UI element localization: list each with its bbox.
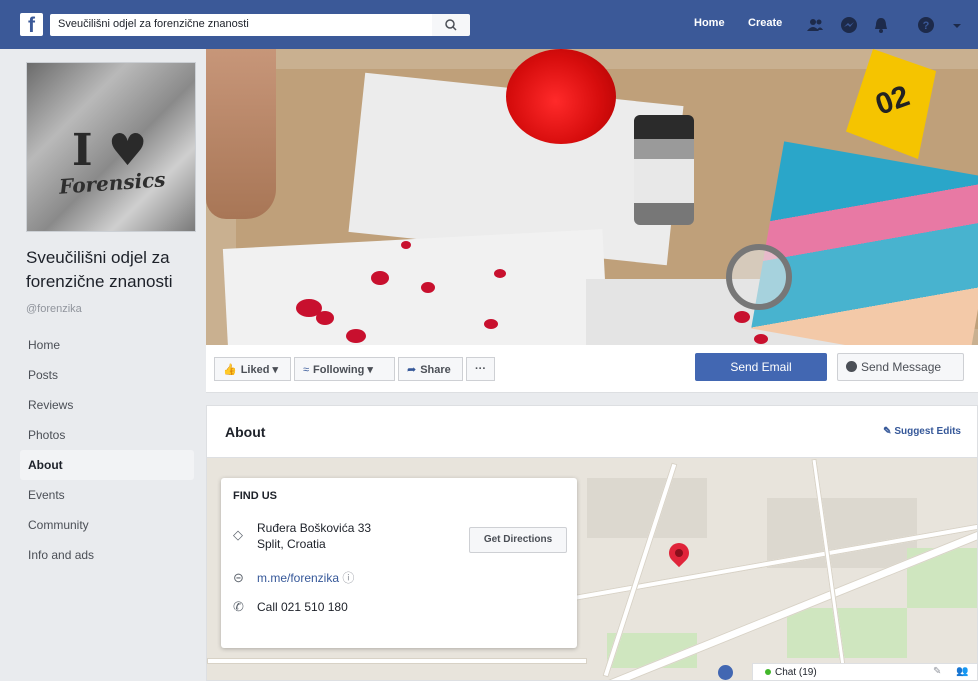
sidebar-item-about[interactable]: About	[20, 450, 194, 480]
about-header: About ✎ Suggest Edits	[207, 406, 977, 458]
evidence-marker-number: 02	[871, 79, 914, 122]
get-directions-button[interactable]: Get Directions	[469, 527, 567, 553]
friends-icon[interactable]	[806, 16, 824, 34]
help-icon[interactable]: ?	[917, 16, 935, 34]
sidebar-item-reviews[interactable]: Reviews	[20, 390, 194, 420]
facebook-logo-icon[interactable]: f	[20, 13, 43, 37]
messenger-icon: ⊝	[233, 570, 244, 585]
new-message-icon[interactable]: ✎	[933, 666, 941, 677]
cover-notebooks	[751, 141, 978, 345]
chat-bar[interactable]: Chat (19) ✎ 👥	[752, 663, 978, 681]
blood-drop	[401, 241, 411, 249]
liked-label: Liked	[240, 364, 270, 376]
address-line-1: Ruđera Boškovića 33	[257, 521, 372, 535]
find-us-title: FIND US	[233, 490, 277, 502]
messenger-icon[interactable]	[840, 16, 858, 34]
notifications-icon[interactable]	[872, 16, 890, 34]
sidebar-item-photos[interactable]: Photos	[20, 420, 194, 450]
location-map[interactable]: FIND US ◇ Ruđera Boškovića 33 Split, Cro…	[207, 458, 977, 680]
location-diamond-icon: ◇	[233, 527, 243, 542]
sidebar-item-posts[interactable]: Posts	[20, 360, 194, 390]
svg-text:?: ?	[923, 20, 930, 32]
thumbs-up-icon: 👍	[223, 364, 237, 376]
blood-drop	[494, 269, 506, 278]
phone-icon: ✆	[233, 599, 244, 614]
page-sidebar-nav: Home Posts Reviews Photos About Events C…	[20, 330, 194, 570]
page-username[interactable]: @forenzika	[26, 303, 82, 315]
address-line-2: Split, Croatia	[257, 537, 326, 551]
search-icon	[445, 19, 457, 31]
cover-red-feather-brush	[506, 49, 616, 144]
cover-photo[interactable]: 02	[206, 49, 978, 345]
search-button[interactable]	[432, 14, 470, 36]
facebook-logo-letter: f	[28, 14, 35, 37]
blood-drop	[421, 282, 435, 293]
blood-drop	[734, 311, 750, 323]
map-road	[207, 658, 587, 664]
page-action-bar: 👍 Liked ▾ ≈ Following ▾ ➦ Share ··· Send Em…	[206, 345, 978, 393]
address: Ruđera Boškovića 33 Split, Croatia	[257, 520, 371, 552]
blood-drop	[484, 319, 498, 329]
map-location-pin-icon[interactable]	[664, 538, 694, 568]
chat-label: Chat (19)	[775, 667, 817, 678]
share-arrow-icon: ➦	[407, 364, 417, 376]
globe-icon[interactable]	[718, 665, 733, 680]
page-title: Sveučilišni odjel za forenzične znanosti	[26, 248, 173, 291]
sidebar-item-events[interactable]: Events	[20, 480, 194, 510]
cover-magnifying-glass	[726, 244, 792, 310]
about-card: About ✎ Suggest Edits FIND US ◇ Ruđera B…	[206, 405, 978, 681]
following-button[interactable]: ≈ Following ▾	[294, 357, 395, 381]
messenger-icon	[846, 361, 857, 372]
about-title: About	[225, 424, 266, 440]
sidebar-item-community[interactable]: Community	[20, 510, 194, 540]
map-park	[787, 608, 907, 658]
send-message-button[interactable]: Send Message	[837, 353, 964, 381]
messenger-row: m.me/forenzika ⓘ	[257, 570, 354, 586]
share-label: Share	[420, 364, 451, 376]
sidebar-item-info-and-ads[interactable]: Info and ads	[20, 540, 194, 570]
blood-drop	[371, 271, 389, 285]
search-input[interactable]: Sveučilišni odjel za forenzične znanosti	[50, 14, 432, 36]
pencil-icon: ✎	[883, 426, 895, 437]
messenger-link[interactable]: m.me/forenzika	[257, 571, 339, 585]
menu-caret-icon[interactable]	[948, 16, 966, 34]
find-us-panel: FIND US ◇ Ruđera Boškovića 33 Split, Cro…	[221, 478, 577, 648]
rss-icon: ≈	[303, 364, 310, 376]
cover-paper	[222, 229, 610, 345]
send-email-button[interactable]: Send Email	[695, 353, 827, 381]
map-block	[587, 478, 707, 538]
nav-home-link[interactable]: Home	[694, 17, 725, 29]
online-status-icon	[765, 669, 771, 675]
blood-drop	[316, 311, 334, 325]
cover-hand	[206, 49, 276, 219]
blood-drop	[754, 334, 768, 344]
info-icon[interactable]: ⓘ	[342, 571, 354, 585]
cover-powder-jar	[634, 115, 694, 225]
liked-button[interactable]: 👍 Liked ▾	[214, 357, 291, 381]
profile-picture[interactable]: I ♥ Forensics	[26, 62, 196, 232]
nav-create-link[interactable]: Create	[748, 17, 782, 29]
send-message-label: Send Message	[861, 360, 942, 374]
contacts-icon[interactable]: 👥	[956, 666, 968, 677]
blood-drop	[346, 329, 366, 343]
sidebar-item-home[interactable]: Home	[20, 330, 194, 360]
more-options-button[interactable]: ···	[466, 357, 495, 381]
suggest-edits-label: Suggest Edits	[894, 426, 961, 437]
following-label: Following	[313, 364, 365, 376]
phone-number[interactable]: Call 021 510 180	[257, 599, 348, 615]
top-navigation-bar: f Sveučilišni odjel za forenzične znanos…	[0, 0, 978, 49]
share-button[interactable]: ➦ Share	[398, 357, 463, 381]
suggest-edits-link[interactable]: ✎ Suggest Edits	[883, 426, 961, 437]
